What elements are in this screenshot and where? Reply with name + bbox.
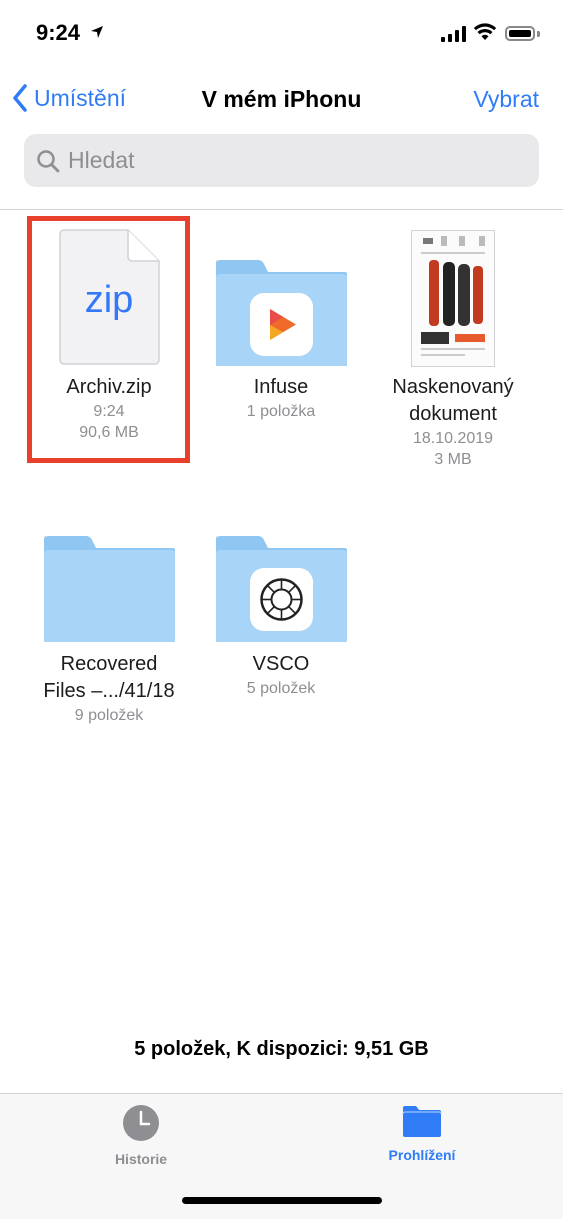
infuse-icon [250, 293, 313, 356]
search-bar[interactable] [24, 134, 539, 187]
folder-name-line2: Files –.../41/18 [43, 680, 175, 702]
scanned-document-thumbnail [411, 230, 495, 367]
wifi-icon [473, 22, 497, 47]
tab-label: Historie [114, 1151, 168, 1167]
file-name-line1: Naskenovaný [392, 376, 514, 398]
folder-icon [402, 1106, 442, 1137]
tab-historie[interactable]: Historie [71, 1104, 211, 1167]
file-date: 18.10.2019 [412, 430, 494, 447]
location-arrow-icon [90, 25, 104, 44]
folder-count: 9 položek [74, 707, 144, 724]
home-indicator [182, 1197, 382, 1204]
folder-name: VSCO [252, 653, 310, 675]
select-button[interactable]: Vybrat [473, 86, 539, 113]
folder-name-line1: Recovered [60, 653, 158, 675]
file-time: 9:24 [93, 403, 125, 420]
search-icon [37, 149, 60, 172]
file-name: Archiv.zip [66, 376, 152, 398]
folder-count: 5 položek [246, 680, 316, 697]
folder-count: 1 položka [246, 403, 316, 420]
status-bar: 9:24 [0, 0, 563, 70]
cellular-signal-icon [441, 26, 466, 42]
divider [0, 209, 563, 210]
search-input[interactable] [66, 146, 510, 175]
battery-icon [505, 26, 535, 41]
tab-prohlizeni[interactable]: Prohlížení [352, 1104, 492, 1163]
status-time: 9:24 [36, 20, 81, 45]
zip-icon-text: zip [85, 279, 134, 321]
file-size: 3 MB [434, 451, 472, 468]
battery-tip [537, 31, 540, 37]
vsco-icon [250, 568, 313, 631]
navigation-bar: Umístění V mém iPhonu Vybrat [0, 70, 563, 128]
tab-label: Prohlížení [388, 1147, 456, 1163]
storage-summary: 5 položek, K dispozici: 9,51 GB [134, 1038, 429, 1060]
folder-name: Infuse [253, 376, 309, 398]
file-size: 90,6 MB [79, 424, 139, 441]
file-name-line2: dokument [409, 403, 497, 425]
folder-icon [44, 536, 175, 642]
zip-file-icon: zip [59, 229, 160, 365]
clock-icon [123, 1105, 159, 1141]
